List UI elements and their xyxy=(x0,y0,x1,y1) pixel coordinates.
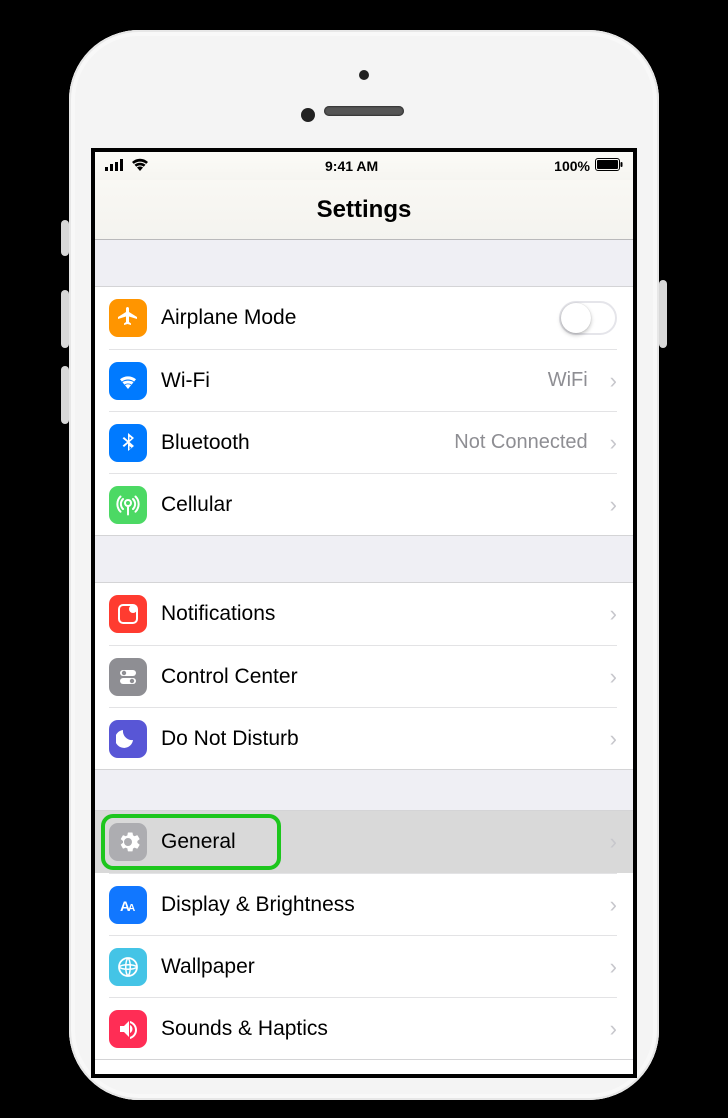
row-label: Notifications xyxy=(161,602,596,626)
row-label: Display & Brightness xyxy=(161,893,596,917)
do-not-disturb-icon xyxy=(109,720,147,758)
volume-down-button xyxy=(61,366,69,424)
camera-side xyxy=(301,108,315,122)
settings-group-device: General › AA Display & Brightness › xyxy=(95,810,633,1060)
status-time: 9:41 AM xyxy=(325,158,378,174)
camera-dot xyxy=(359,70,369,80)
wallpaper-icon xyxy=(109,948,147,986)
display-icon: AA xyxy=(109,886,147,924)
wifi-icon xyxy=(109,362,147,400)
row-label: Cellular xyxy=(161,493,596,517)
airplane-icon xyxy=(109,299,147,337)
row-bluetooth[interactable]: Bluetooth Not Connected › xyxy=(95,411,633,473)
chevron-right-icon: › xyxy=(610,432,617,454)
volume-up-button xyxy=(61,290,69,348)
row-value: WiFi xyxy=(548,369,588,392)
settings-group-connectivity: Airplane Mode Wi-Fi WiFi › xyxy=(95,286,633,536)
chevron-right-icon: › xyxy=(610,666,617,688)
sounds-icon xyxy=(109,1010,147,1048)
mute-switch xyxy=(61,220,69,256)
signal-bars-icon xyxy=(105,158,125,174)
settings-group-alerts: Notifications › Control Center › xyxy=(95,582,633,770)
battery-icon xyxy=(595,158,623,174)
row-value: Not Connected xyxy=(454,431,587,454)
speaker-grille xyxy=(324,106,404,116)
section-gap xyxy=(95,770,633,810)
row-control-center[interactable]: Control Center › xyxy=(95,645,633,707)
notifications-icon xyxy=(109,595,147,633)
row-wifi[interactable]: Wi-Fi WiFi › xyxy=(95,349,633,411)
row-general[interactable]: General › xyxy=(95,811,633,873)
general-icon xyxy=(109,823,147,861)
svg-text:A: A xyxy=(128,903,135,914)
section-gap xyxy=(95,536,633,582)
row-display-brightness[interactable]: AA Display & Brightness › xyxy=(95,873,633,935)
status-bar: 9:41 AM 100% xyxy=(95,152,633,180)
screen: 9:41 AM 100% Settings Ai xyxy=(91,148,637,1078)
chevron-right-icon: › xyxy=(610,370,617,392)
row-label: Bluetooth xyxy=(161,431,440,455)
bluetooth-icon xyxy=(109,424,147,462)
row-label: Sounds & Haptics xyxy=(161,1017,596,1041)
nav-header: Settings xyxy=(95,180,633,240)
chevron-right-icon: › xyxy=(610,831,617,853)
row-label: Wallpaper xyxy=(161,955,596,979)
chevron-right-icon: › xyxy=(610,956,617,978)
row-wallpaper[interactable]: Wallpaper › xyxy=(95,935,633,997)
section-gap xyxy=(95,240,633,286)
chevron-right-icon: › xyxy=(610,603,617,625)
row-do-not-disturb[interactable]: Do Not Disturb › xyxy=(95,707,633,769)
power-button xyxy=(659,280,667,348)
row-notifications[interactable]: Notifications › xyxy=(95,583,633,645)
row-sounds-haptics[interactable]: Sounds & Haptics › xyxy=(95,997,633,1059)
settings-list[interactable]: Airplane Mode Wi-Fi WiFi › xyxy=(95,240,633,1060)
phone-frame: 9:41 AM 100% Settings Ai xyxy=(69,30,659,1100)
cellular-icon xyxy=(109,486,147,524)
row-label: General xyxy=(161,830,596,854)
row-label: Control Center xyxy=(161,665,596,689)
row-label: Do Not Disturb xyxy=(161,727,596,751)
page-title: Settings xyxy=(317,196,412,224)
chevron-right-icon: › xyxy=(610,1018,617,1040)
row-label: Airplane Mode xyxy=(161,306,545,330)
airplane-toggle[interactable] xyxy=(559,301,617,335)
status-battery-text: 100% xyxy=(554,158,590,174)
row-label: Wi-Fi xyxy=(161,369,534,393)
row-airplane-mode[interactable]: Airplane Mode xyxy=(95,287,633,349)
chevron-right-icon: › xyxy=(610,728,617,750)
chevron-right-icon: › xyxy=(610,894,617,916)
row-cellular[interactable]: Cellular › xyxy=(95,473,633,535)
chevron-right-icon: › xyxy=(610,494,617,516)
wifi-status-icon xyxy=(131,158,149,174)
control-center-icon xyxy=(109,658,147,696)
